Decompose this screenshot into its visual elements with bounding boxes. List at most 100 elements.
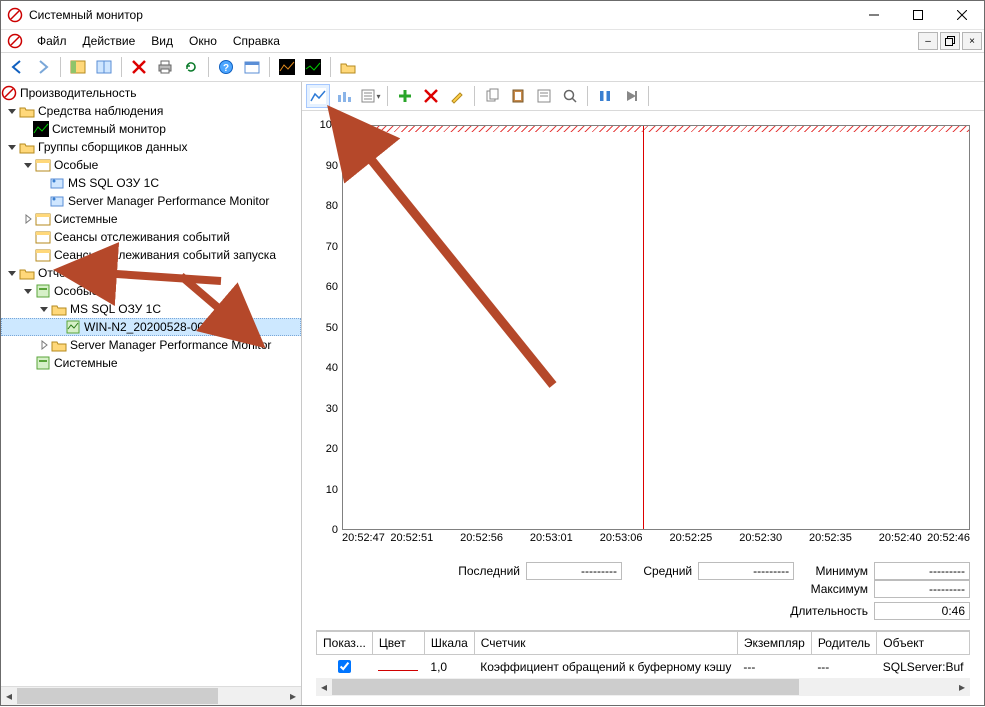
show-hide-tree-button[interactable] <box>66 55 90 79</box>
tree-root[interactable]: Производительность <box>1 84 301 102</box>
update-button[interactable] <box>619 84 643 108</box>
stat-last-label: Последний <box>458 564 520 578</box>
properties-button[interactable] <box>92 55 116 79</box>
chart-plot[interactable] <box>342 125 970 530</box>
tree-special[interactable]: Особые <box>1 156 301 174</box>
y-tick-label: 90 <box>326 160 338 172</box>
scroll-right-icon[interactable]: ▸ <box>285 688 301 704</box>
mdi-close-button[interactable]: × <box>962 32 982 50</box>
scrollbar-thumb[interactable] <box>332 679 798 695</box>
tree-system-dcs[interactable]: Системные <box>1 210 301 228</box>
menu-help[interactable]: Справка <box>225 32 288 50</box>
tree-label: MS SQL ОЗУ 1С <box>68 176 159 190</box>
twisty-open-icon[interactable] <box>5 106 19 116</box>
folder-icon <box>19 103 35 119</box>
tree-event-sessions[interactable]: Сеансы отслеживания событий <box>1 228 301 246</box>
tree-monitoring-tools[interactable]: Средства наблюдения <box>1 102 301 120</box>
highlight-button[interactable] <box>445 84 469 108</box>
event-icon <box>35 229 51 245</box>
freeze-button[interactable] <box>593 84 617 108</box>
add-counter-button[interactable] <box>393 84 417 108</box>
twisty-closed-icon[interactable] <box>21 214 35 224</box>
menu-view[interactable]: Вид <box>143 32 181 50</box>
stat-dur-label: Длительность <box>790 604 868 618</box>
event-icon <box>35 247 51 263</box>
tree-label: Средства наблюдения <box>38 104 163 118</box>
delete-button[interactable] <box>127 55 151 79</box>
scroll-left-icon[interactable]: ◂ <box>316 679 332 695</box>
properties-chart-button[interactable] <box>532 84 556 108</box>
folder-icon <box>19 139 35 155</box>
twisty-open-icon[interactable] <box>5 268 19 278</box>
col-instance[interactable]: Экземпляр <box>737 632 811 655</box>
tree-system-monitor[interactable]: Системный монитор <box>1 120 301 138</box>
scroll-left-icon[interactable]: ◂ <box>1 688 17 704</box>
tree-reports[interactable]: Отчеты <box>1 264 301 282</box>
minimize-button[interactable] <box>852 1 896 29</box>
counter-grid: Показ... Цвет Шкала Счетчик Экземпляр Ро… <box>316 630 970 696</box>
scrollbar-thumb[interactable] <box>17 688 218 704</box>
close-button[interactable] <box>940 1 984 29</box>
view-histogram-button[interactable] <box>332 84 356 108</box>
twisty-open-icon[interactable] <box>21 286 35 296</box>
collector-icon <box>49 175 65 191</box>
twisty-open-icon[interactable] <box>5 142 19 152</box>
x-tick-label: 20:52:40 <box>879 532 922 544</box>
chart-area[interactable]: 0102030405060708090100 <box>316 125 970 530</box>
view-report-button[interactable]: ▾ <box>358 84 382 108</box>
y-tick-label: 10 <box>326 484 338 496</box>
mdi-restore-button[interactable] <box>940 32 960 50</box>
tree-horizontal-scrollbar[interactable]: ◂ ▸ <box>1 686 301 705</box>
col-parent[interactable]: Родитель <box>811 632 876 655</box>
x-tick-label: 20:53:01 <box>530 532 573 544</box>
tree-server-mgr[interactable]: Server Manager Performance Monitor <box>1 192 301 210</box>
paste-button[interactable] <box>506 84 530 108</box>
twisty-open-icon[interactable] <box>37 304 51 314</box>
tree-reports-system[interactable]: Системные <box>1 354 301 372</box>
tree-reports-server-mgr[interactable]: Server Manager Performance Monitor <box>1 336 301 354</box>
chart-top-hatch <box>343 126 969 132</box>
calendar-button[interactable] <box>240 55 264 79</box>
scroll-right-icon[interactable]: ▸ <box>954 679 970 695</box>
perfmon-icon-b[interactable] <box>301 55 325 79</box>
menubar-app-icon <box>7 33 23 49</box>
refresh-button[interactable] <box>179 55 203 79</box>
maximize-button[interactable] <box>896 1 940 29</box>
col-scale[interactable]: Шкала <box>424 632 474 655</box>
print-button[interactable] <box>153 55 177 79</box>
menu-file[interactable]: Файл <box>29 32 75 50</box>
back-button[interactable] <box>5 55 29 79</box>
tree-event-sessions-startup[interactable]: Сеансы отслеживания событий запуска <box>1 246 301 264</box>
tree-reports-special[interactable]: Особые <box>1 282 301 300</box>
counter-show-checkbox[interactable] <box>338 660 351 673</box>
tree-ms-sql[interactable]: MS SQL ОЗУ 1С <box>1 174 301 192</box>
tree-label: Системные <box>54 212 118 226</box>
stat-dur-value: 0:46 <box>874 602 970 620</box>
col-color[interactable]: Цвет <box>372 632 424 655</box>
menu-window[interactable]: Окно <box>181 32 225 50</box>
tree-selected-report[interactable]: WIN-N2_20200528-000001 <box>1 318 301 336</box>
col-counter[interactable]: Счетчик <box>474 632 737 655</box>
tree-collector-sets[interactable]: Группы сборщиков данных <box>1 138 301 156</box>
twisty-open-icon[interactable] <box>21 160 35 170</box>
view-graph-button[interactable] <box>306 84 330 108</box>
menu-action[interactable]: Действие <box>75 32 144 50</box>
forward-button[interactable] <box>31 55 55 79</box>
tree-reports-ms-sql[interactable]: MS SQL ОЗУ 1С <box>1 300 301 318</box>
counter-row[interactable]: 1,0 Коэффициент обращений к буферному кэ… <box>317 655 970 679</box>
tree-pane: Производительность Средства наблюдения С… <box>1 82 302 705</box>
counter-name: Коэффициент обращений к буферному кэшу <box>474 655 737 679</box>
copy-button[interactable] <box>480 84 504 108</box>
open-folder-button[interactable] <box>336 55 360 79</box>
perfmon-icon-a[interactable] <box>275 55 299 79</box>
twisty-closed-icon[interactable] <box>37 340 51 350</box>
zoom-button[interactable] <box>558 84 582 108</box>
grid-horizontal-scrollbar[interactable]: ◂ ▸ <box>316 678 970 696</box>
y-tick-label: 0 <box>332 524 338 536</box>
col-show[interactable]: Показ... <box>317 632 373 655</box>
mdi-minimize-button[interactable]: – <box>918 32 938 50</box>
col-object[interactable]: Объект <box>877 632 970 655</box>
remove-counter-button[interactable] <box>419 84 443 108</box>
help-button[interactable]: ? <box>214 55 238 79</box>
chart-cursor-line <box>643 126 644 529</box>
